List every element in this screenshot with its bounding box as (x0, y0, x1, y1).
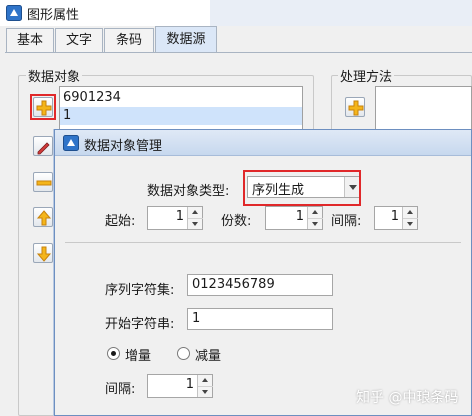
interval-label: 间隔: (331, 214, 362, 229)
spin-up-button[interactable] (188, 207, 203, 218)
step-label: 间隔: (105, 382, 136, 397)
watermark: 知乎 @中琅条码 (356, 390, 459, 406)
interval-value: 1 (390, 209, 399, 224)
move-down-button[interactable] (33, 243, 53, 263)
edit-data-object-button[interactable] (33, 136, 53, 156)
app-icon (6, 5, 22, 21)
move-down-icon (36, 246, 52, 262)
spin-up-button[interactable] (403, 207, 418, 218)
start-string-input[interactable]: 1 (187, 308, 333, 330)
chevron-up-icon (312, 210, 318, 214)
list-item[interactable]: 6901234 (60, 89, 302, 107)
process-list[interactable] (375, 86, 472, 130)
add-icon (348, 100, 364, 116)
list-item-selected[interactable]: 1 (60, 107, 302, 125)
interval-spinner[interactable]: 1 (374, 206, 418, 230)
tab-divider (5, 52, 472, 53)
step-spinner[interactable]: 1 (147, 374, 213, 398)
decrement-radio[interactable] (177, 347, 190, 360)
data-object-list[interactable]: 6901234 1 (59, 86, 303, 130)
tab-barcode[interactable]: 条码 (104, 28, 154, 52)
chevron-down-icon (407, 222, 413, 226)
window-title: 图形属性 (27, 8, 80, 23)
move-up-icon (36, 210, 52, 226)
move-up-button[interactable] (33, 207, 53, 227)
data-object-legend: 数据对象 (26, 66, 83, 85)
process-legend: 处理方法 (338, 66, 395, 85)
step-value: 1 (185, 377, 194, 392)
copies-spinner[interactable]: 1 (265, 206, 323, 230)
start-string-label: 开始字符串: (105, 317, 175, 332)
increment-label[interactable]: 增量 (125, 345, 151, 364)
spin-down-button[interactable] (403, 218, 418, 229)
dialog-title: 数据对象管理 (84, 139, 163, 154)
divider (65, 242, 461, 243)
type-select-highlight (243, 170, 361, 206)
spin-up-button[interactable] (198, 375, 213, 386)
dialog-app-icon (63, 135, 79, 151)
copies-value: 1 (295, 209, 304, 224)
remove-data-object-button[interactable] (33, 172, 53, 192)
chevron-down-icon (202, 390, 208, 394)
charset-input[interactable]: 0123456789 (187, 274, 333, 296)
add-button-highlight (30, 94, 56, 120)
add-process-button[interactable] (345, 97, 365, 117)
spin-down-button[interactable] (198, 386, 213, 397)
spin-down-button[interactable] (188, 218, 203, 229)
chevron-up-icon (192, 210, 198, 214)
spin-down-button[interactable] (308, 218, 323, 229)
increment-radio[interactable] (107, 347, 120, 360)
tab-basic[interactable]: 基本 (6, 28, 54, 52)
chevron-up-icon (407, 210, 413, 214)
start-value: 1 (175, 209, 184, 224)
spin-up-button[interactable] (308, 207, 323, 218)
background-window-strip (210, 0, 472, 26)
chevron-down-icon (192, 222, 198, 226)
tab-datasource[interactable]: 数据源 (155, 26, 217, 53)
copies-label: 份数: (221, 214, 252, 229)
radio-selected-dot (111, 351, 116, 356)
chevron-down-icon (312, 222, 318, 226)
decrement-label[interactable]: 减量 (195, 345, 221, 364)
tab-text[interactable]: 文字 (55, 28, 103, 52)
start-label: 起始: (105, 214, 136, 229)
chevron-up-icon (202, 378, 208, 382)
data-object-dialog: 数据对象管理 数据对象类型: 序列生成 起始: 1 份数: 1 间隔: 1 序列 (54, 129, 472, 416)
remove-icon (36, 180, 52, 186)
start-spinner[interactable]: 1 (147, 206, 203, 230)
type-label: 数据对象类型: (147, 184, 230, 199)
charset-label: 序列字符集: (105, 283, 175, 298)
edit-icon (37, 142, 50, 155)
